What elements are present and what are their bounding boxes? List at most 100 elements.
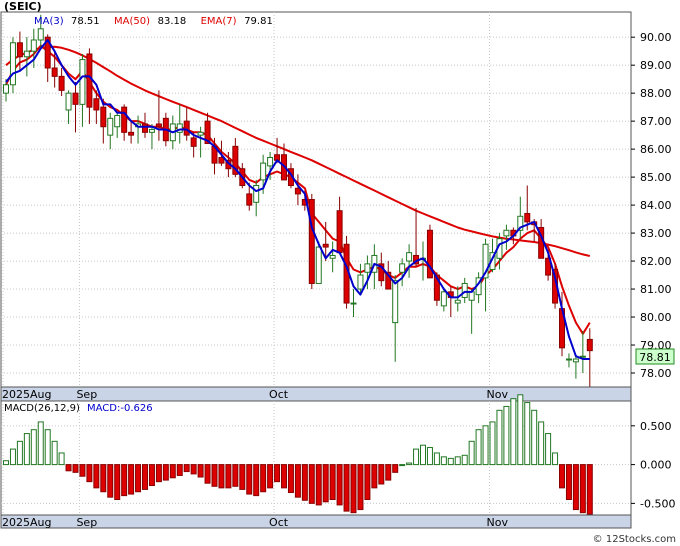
macd-bar [114, 464, 121, 500]
macd-bar [406, 462, 413, 466]
macd-bar [100, 464, 107, 493]
macd-bar [287, 464, 294, 494]
macd-bar [58, 452, 65, 466]
macd-bar [385, 464, 392, 481]
macd-bar [135, 464, 142, 493]
price-tick-label: 80.00 [640, 311, 672, 324]
candle-body [468, 291, 475, 301]
candle-body [114, 115, 121, 128]
macd-bar [44, 429, 51, 466]
candle-body [565, 358, 572, 361]
candle-body [308, 199, 315, 284]
legend-value: 79.81 [244, 16, 273, 27]
candle-body [183, 120, 190, 136]
macd-bar [503, 405, 510, 466]
date-label: Sep [76, 388, 97, 401]
macd-bar [531, 409, 538, 466]
candle-body [524, 212, 531, 223]
macd-bar [454, 456, 461, 466]
candle-body [121, 106, 128, 133]
macd-bar [413, 448, 420, 466]
candle-body [586, 338, 593, 352]
macd-bar [37, 421, 44, 466]
candle-body [37, 28, 44, 41]
price-tick-label: 85.00 [640, 171, 672, 184]
macd-bar [16, 440, 23, 466]
candle-body [3, 84, 9, 94]
stock-chart: 90.00 89.00 88.00 87.00 86.00 85.00 84.00 83.00… [0, 0, 680, 546]
candle-body [65, 92, 72, 111]
macd-bar [301, 464, 308, 501]
macd-bar [267, 464, 274, 489]
candle [308, 193, 315, 290]
macd-bar [72, 464, 79, 473]
candle-body [128, 131, 135, 136]
candle-body [572, 358, 579, 363]
macd-title: MACD(26,12,9) [4, 403, 80, 414]
macd-bar [552, 452, 559, 466]
candle-body [58, 75, 65, 91]
candle-body [503, 229, 510, 237]
macd-bar [176, 464, 183, 476]
macd-bar [107, 464, 114, 498]
macd-bar [148, 464, 155, 487]
candle-body [336, 210, 343, 254]
candle [9, 37, 16, 94]
macd-bar [440, 456, 447, 466]
macd-bar [3, 460, 9, 466]
date-label: Sep [76, 516, 97, 529]
macd-panel: 0.500 0.000 -0.500 MACD(26,12,9) MACD:-0.6… [0, 394, 675, 516]
macd-bar [510, 398, 517, 466]
candle-body [197, 131, 204, 136]
macd-bar [86, 464, 93, 483]
candle-body [30, 39, 37, 52]
macd-bar [371, 464, 378, 489]
macd-bar [538, 421, 545, 466]
macd-bar [475, 429, 482, 466]
macd-bar [433, 452, 440, 466]
date-strip: 2025Aug Sep Oct Nov [0, 386, 632, 402]
price-panel: 90.00 89.00 88.00 87.00 86.00 85.00 84.00 83.00… [0, 0, 675, 388]
watermark: © 12Stocks.com [593, 534, 676, 545]
last-price-label: 78.81 [639, 351, 671, 364]
macd-bar [162, 464, 169, 481]
macd-bar [579, 464, 586, 514]
price-tick-label: 78.00 [640, 367, 672, 380]
price-tick-label: 89.00 [640, 59, 672, 72]
candle-body [329, 254, 336, 259]
legend-label: MA(3) [34, 16, 64, 27]
macd-bar [65, 464, 72, 472]
macd-bar [260, 464, 267, 493]
macd-bar [308, 464, 315, 504]
macd-bar [169, 464, 176, 479]
macd-bar [128, 464, 135, 495]
macd-bar [239, 464, 246, 490]
macd-bar [350, 464, 357, 514]
chart-title: (SEIC) [4, 0, 42, 13]
candle-body [454, 299, 461, 304]
candle-body [142, 123, 148, 133]
candle-body [155, 123, 162, 128]
macd-bar [197, 464, 204, 478]
macd-tick-label: 0.000 [640, 459, 672, 472]
candle-body [23, 50, 30, 58]
price-tick-label: 90.00 [640, 31, 672, 44]
candle-body [9, 42, 16, 86]
price-plot-area [0, 11, 632, 388]
macd-bar [545, 433, 552, 466]
macd-bar [183, 464, 190, 473]
candle-body [72, 92, 79, 105]
macd-bar [211, 464, 218, 487]
macd-bar [322, 464, 329, 503]
candle-body [579, 355, 586, 358]
price-tick-label: 87.00 [640, 115, 672, 128]
macd-bar [420, 444, 426, 466]
candle-body [253, 185, 260, 203]
macd-bar [204, 464, 211, 484]
macd-bar [461, 454, 468, 466]
macd-bar [51, 440, 58, 466]
macd-bar [93, 464, 100, 489]
macd-bar [9, 448, 16, 466]
price-tick-label: 82.00 [640, 255, 672, 268]
candle-body [461, 282, 468, 298]
